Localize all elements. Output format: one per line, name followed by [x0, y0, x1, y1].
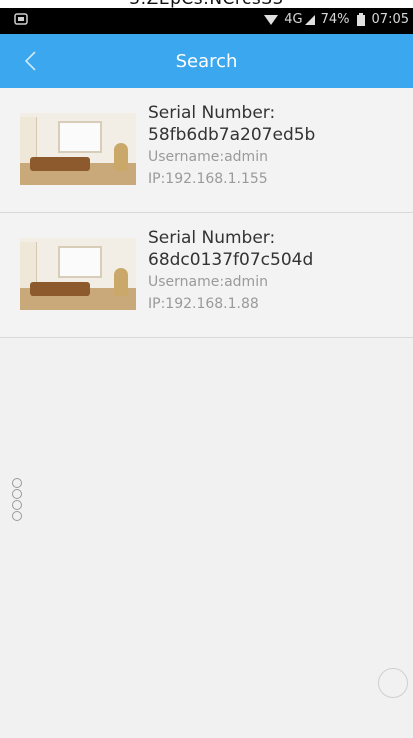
wifi-icon [264, 14, 279, 25]
serial-label: Serial Number: [148, 103, 276, 123]
camera-thumbnail [20, 113, 136, 185]
serial-label: Serial Number: [148, 228, 276, 248]
page-title: Search [175, 50, 238, 72]
chevron-left-icon [24, 51, 36, 71]
top-caption-strip: 3:ZEpCs:NCrcsS3 [0, 0, 413, 8]
dot-icon [12, 478, 22, 488]
battery-icon [356, 12, 365, 26]
device-info: Serial Number: 68dc0137f07c504d Username… [148, 227, 313, 315]
app-bar: Search [0, 34, 413, 88]
device-item-1[interactable]: Serial Number: 58fb6db7a207ed5b Username… [0, 88, 413, 213]
status-bar: 4G 74% 07:05 [0, 8, 413, 34]
serial-number: 58fb6db7a207ed5b [148, 125, 316, 145]
top-caption: 3:ZEpCs:NCrcsS3 [0, 0, 413, 8]
ip-address: IP:192.168.1.88 [148, 296, 259, 312]
floating-assistive-button[interactable] [378, 668, 408, 698]
network-indicator: 4G [284, 12, 315, 27]
dot-icon [12, 500, 22, 510]
side-handle[interactable] [12, 478, 22, 521]
network-type: 4G [284, 12, 303, 27]
clock: 07:05 [371, 12, 409, 27]
username: Username:admin [148, 149, 268, 165]
device-list: Serial Number: 58fb6db7a207ed5b Username… [0, 88, 413, 338]
username: Username:admin [148, 274, 268, 290]
ip-address: IP:192.168.1.155 [148, 171, 268, 187]
serial-number: 68dc0137f07c504d [148, 250, 314, 270]
back-button[interactable] [16, 47, 44, 75]
status-indicators: 4G 74% 07:05 [264, 12, 409, 27]
device-item-2[interactable]: Serial Number: 68dc0137f07c504d Username… [0, 213, 413, 338]
battery-level: 74% [320, 12, 350, 27]
dot-icon [12, 489, 22, 499]
notification-icon [14, 13, 28, 25]
signal-icon [304, 14, 315, 25]
device-info: Serial Number: 58fb6db7a207ed5b Username… [148, 102, 315, 190]
dot-icon [12, 511, 22, 521]
camera-thumbnail [20, 238, 136, 310]
